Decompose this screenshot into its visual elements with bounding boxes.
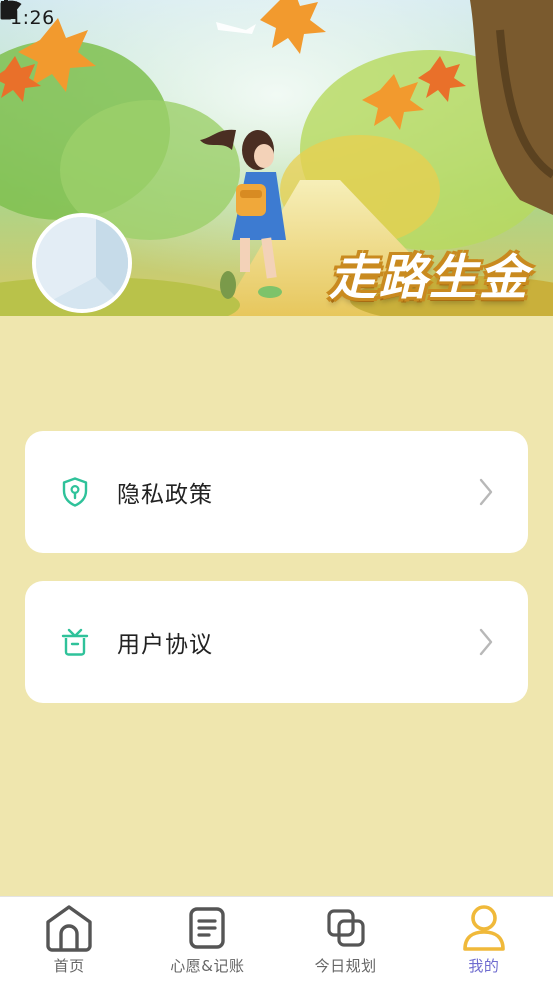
tab-wish-accounting-label: 心愿&记账 xyxy=(170,957,245,975)
tab-wish-accounting[interactable]: 心愿&记账 xyxy=(138,897,276,984)
home-icon xyxy=(44,903,94,953)
avatar-placeholder-icon xyxy=(36,217,128,309)
user-agreement-item[interactable]: 用户协议 xyxy=(25,581,528,703)
tab-home-label: 首页 xyxy=(53,957,85,975)
privacy-policy-label: 隐私政策 xyxy=(117,482,213,508)
tab-today-plan-label: 今日规划 xyxy=(314,957,377,975)
gift-box-icon xyxy=(61,627,89,657)
status-bar: 1:26 xyxy=(0,0,553,36)
tab-home[interactable]: 首页 xyxy=(0,897,138,984)
privacy-policy-item[interactable]: 隐私政策 xyxy=(25,431,528,553)
user-agreement-label: 用户协议 xyxy=(117,632,213,658)
chevron-right-icon xyxy=(478,628,494,656)
notes-icon xyxy=(187,903,227,953)
chevron-right-icon xyxy=(478,478,494,506)
avatar[interactable] xyxy=(32,213,132,313)
tab-mine[interactable]: 我的 xyxy=(415,897,553,984)
tab-mine-label: 我的 xyxy=(468,957,500,975)
banner-slogan: 走路生金 xyxy=(328,250,529,306)
person-icon xyxy=(461,903,507,953)
bottom-tab-bar: 首页 心愿&记账 今日规划 我的 xyxy=(0,896,553,984)
tab-today-plan[interactable]: 今日规划 xyxy=(277,897,415,984)
plan-icon xyxy=(326,903,366,953)
shield-keyhole-icon xyxy=(61,477,89,507)
